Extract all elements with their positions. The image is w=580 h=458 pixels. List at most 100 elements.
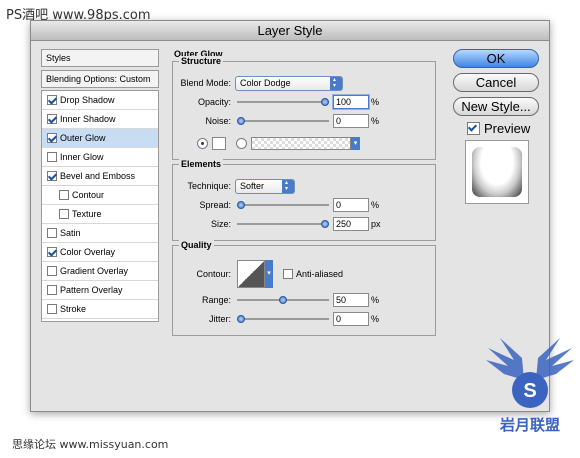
effect-label: Inner Shadow	[60, 114, 116, 124]
gradient-dropdown-icon[interactable]: ▾	[351, 136, 360, 150]
spread-input[interactable]: 0	[333, 198, 369, 212]
effect-checkbox[interactable]	[47, 171, 57, 181]
size-label: Size:	[210, 219, 231, 229]
effect-checkbox[interactable]	[47, 304, 57, 314]
dialog-buttons: OK Cancel New Style... Preview	[453, 49, 539, 204]
size-slider[interactable]	[237, 217, 329, 231]
blend-mode-select[interactable]: Color Dodge	[235, 75, 343, 91]
solid-color-radio[interactable]	[197, 137, 208, 149]
spread-slider[interactable]	[237, 198, 329, 212]
spread-slider-knob[interactable]	[237, 201, 245, 209]
spread-label: Spread:	[199, 200, 231, 210]
logo-text: 岩月联盟	[499, 416, 560, 434]
effect-item[interactable]: Gradient Overlay	[42, 262, 158, 281]
opacity-slider[interactable]	[237, 95, 329, 109]
effect-label: Pattern Overlay	[60, 285, 123, 295]
jitter-label: Jitter:	[208, 314, 231, 324]
effect-label: Color Overlay	[60, 247, 116, 257]
structure-group: Structure Blend Mode: Color Dodge Opacit…	[172, 56, 436, 160]
size-input[interactable]: 250	[333, 217, 369, 231]
blend-mode-label: Blend Mode:	[180, 78, 231, 88]
effect-label: Satin	[60, 228, 81, 238]
styles-panel: Styles Blending Options: Custom Drop Sha…	[41, 49, 159, 401]
jitter-input[interactable]: 0	[333, 312, 369, 326]
effect-item[interactable]: Color Overlay	[42, 243, 158, 262]
effect-checkbox[interactable]	[59, 209, 69, 219]
dialog-title: Layer Style	[31, 21, 549, 41]
watermark-bottom: 思缘论坛 www.missyuan.com	[12, 438, 169, 451]
contour-dropdown-icon[interactable]: ▾	[265, 260, 273, 288]
effect-label: Drop Shadow	[60, 95, 115, 105]
range-input[interactable]: 50	[333, 293, 369, 307]
noise-slider[interactable]	[237, 114, 329, 128]
select-arrow-icon	[282, 179, 294, 193]
effect-checkbox[interactable]	[47, 285, 57, 295]
effect-item[interactable]: Outer Glow	[42, 129, 158, 148]
site-logo: S 岩月联盟	[486, 338, 574, 434]
blending-options-item[interactable]: Blending Options: Custom	[41, 70, 159, 88]
size-slider-knob[interactable]	[321, 220, 329, 228]
style-preview-thumbnail	[465, 140, 529, 204]
effect-item[interactable]: Inner Shadow	[42, 110, 158, 129]
technique-select[interactable]: Softer	[235, 178, 295, 194]
effect-label: Bevel and Emboss	[60, 171, 136, 181]
effect-checkbox[interactable]	[47, 228, 57, 238]
contour-preview[interactable]	[237, 260, 265, 288]
effects-list: Drop Shadow Inner Shadow Outer Glow Inner G…	[41, 90, 159, 322]
elements-group: Elements Technique: Softer Spread: 0 % S…	[172, 159, 436, 241]
ok-button[interactable]: OK	[453, 49, 539, 68]
range-slider-knob[interactable]	[279, 296, 287, 304]
effect-label: Gradient Overlay	[60, 266, 129, 276]
range-unit: %	[371, 295, 380, 305]
effect-item[interactable]: Pattern Overlay	[42, 281, 158, 300]
range-slider[interactable]	[237, 293, 329, 307]
jitter-slider[interactable]	[237, 312, 329, 326]
new-style-button[interactable]: New Style...	[453, 97, 539, 116]
effect-item[interactable]: Bevel and Emboss	[42, 167, 158, 186]
spread-unit: %	[371, 200, 380, 210]
effect-item[interactable]: Inner Glow	[42, 148, 158, 167]
effect-item[interactable]: Stroke	[42, 300, 158, 319]
effect-label: Stroke	[60, 304, 87, 314]
effect-item[interactable]: Texture	[42, 205, 158, 224]
effect-item[interactable]: Satin	[42, 224, 158, 243]
preview-checkbox[interactable]	[467, 122, 480, 135]
effect-label: Texture	[72, 209, 102, 219]
anti-aliased-label: Anti-aliased	[296, 269, 344, 279]
quality-title: Quality	[179, 240, 214, 250]
effect-label: Contour	[72, 190, 105, 200]
effect-item[interactable]: Contour	[42, 186, 158, 205]
opacity-label: Opacity:	[197, 97, 231, 107]
select-arrow-icon	[330, 76, 342, 90]
noise-unit: %	[371, 116, 380, 126]
opacity-slider-knob[interactable]	[321, 98, 329, 106]
opacity-input[interactable]: 100	[333, 95, 369, 109]
preview-label: Preview	[484, 121, 531, 136]
glow-gradient-swatch[interactable]	[251, 136, 351, 150]
effect-item[interactable]: Drop Shadow	[42, 91, 158, 110]
technique-value: Softer	[240, 180, 265, 191]
styles-header[interactable]: Styles	[41, 49, 159, 67]
svg-text:S: S	[523, 380, 536, 402]
effect-checkbox[interactable]	[47, 114, 57, 124]
size-unit: px	[371, 219, 381, 229]
noise-label: Noise:	[205, 116, 231, 126]
elements-title: Elements	[179, 159, 224, 169]
effect-checkbox[interactable]	[47, 266, 57, 276]
effect-checkbox[interactable]	[47, 95, 57, 105]
noise-slider-knob[interactable]	[237, 117, 245, 125]
effect-checkbox[interactable]	[47, 247, 57, 257]
glow-color-swatch[interactable]	[212, 136, 226, 150]
jitter-unit: %	[371, 314, 380, 324]
blend-mode-value: Color Dodge	[240, 77, 291, 88]
opacity-unit: %	[371, 97, 380, 107]
anti-aliased-checkbox[interactable]	[283, 269, 293, 279]
gradient-radio[interactable]	[236, 137, 247, 149]
cancel-button[interactable]: Cancel	[453, 73, 539, 92]
effect-checkbox[interactable]	[47, 152, 57, 162]
effect-label: Outer Glow	[60, 133, 106, 143]
effect-checkbox[interactable]	[59, 190, 69, 200]
effect-checkbox[interactable]	[47, 133, 57, 143]
noise-input[interactable]: 0	[333, 114, 369, 128]
jitter-slider-knob[interactable]	[237, 315, 245, 323]
